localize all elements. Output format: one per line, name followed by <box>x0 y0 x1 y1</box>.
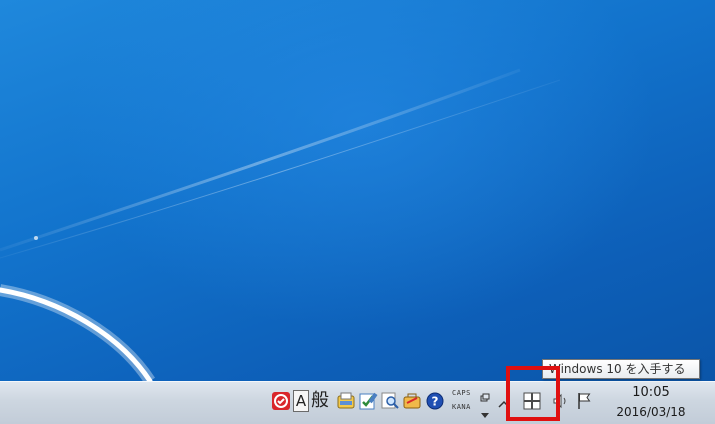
ime-dictionary-icon[interactable] <box>358 391 378 411</box>
action-center-flag-icon[interactable] <box>575 391 595 411</box>
ime-search-icon[interactable] <box>380 391 400 411</box>
svg-text:?: ? <box>432 395 439 409</box>
help-icon[interactable]: ? <box>425 391 445 411</box>
taskbar: A 般 ? CAPS KANA 10:05 2016/03/18 <box>0 381 715 424</box>
clock-time: 10:05 <box>632 385 670 400</box>
wallpaper-light-arc <box>0 68 561 381</box>
antivirus-icon[interactable] <box>271 391 291 411</box>
language-bar-options-icon[interactable] <box>481 404 489 418</box>
language-bar-icon[interactable] <box>480 388 490 402</box>
highlight-annotation-box <box>506 366 560 421</box>
clock[interactable]: 10:05 2016/03/18 <box>596 382 706 424</box>
ime-pad-icon[interactable] <box>336 391 356 411</box>
clock-date: 2016/03/18 <box>616 405 686 419</box>
ime-mode-indicator[interactable]: A <box>293 390 309 412</box>
kana-indicator: KANA <box>452 403 471 411</box>
desktop[interactable] <box>0 0 715 381</box>
ime-tools-icon[interactable] <box>402 391 422 411</box>
get-windows-10-tooltip: Windows 10 を入手する <box>542 359 700 379</box>
ime-input-type-indicator[interactable]: 般 <box>311 389 329 413</box>
caps-indicator: CAPS <box>452 389 471 397</box>
